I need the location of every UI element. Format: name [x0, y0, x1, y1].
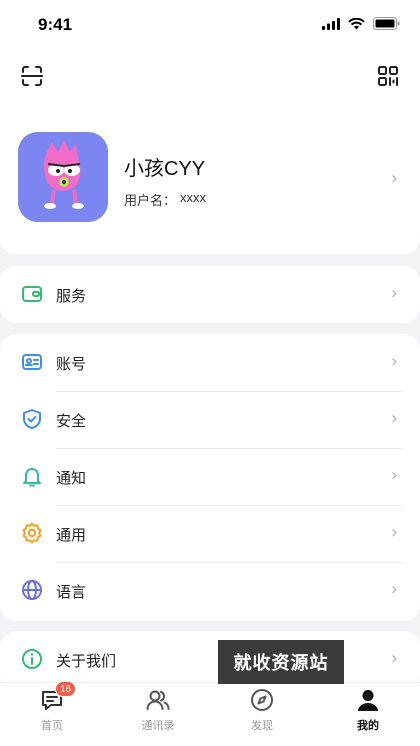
tab-label: 通讯录 [141, 720, 175, 732]
compass-icon [251, 689, 273, 711]
tab-discover[interactable]: 发现 [222, 687, 302, 743]
battery-icon [373, 17, 400, 30]
globe-icon [22, 580, 42, 600]
bell-icon [23, 468, 41, 487]
menu-item-language[interactable]: 语言 › [0, 562, 420, 619]
grid-icon [378, 66, 398, 86]
top-bar [0, 48, 420, 104]
chevron-right-icon: › [390, 579, 398, 600]
menu-item-label: 账号 [56, 356, 87, 373]
menu-item-service[interactable]: 服务 › [0, 266, 420, 323]
menu-item-label: 安全 [56, 413, 87, 430]
profile-username: 用户名： xxxx [124, 190, 206, 209]
avatar-illustration [18, 132, 108, 222]
tab-label: 首页 [41, 720, 63, 732]
chevron-right-icon: › [390, 168, 398, 189]
chevron-right-icon: › [390, 522, 398, 543]
menu-item-notification[interactable]: 通知 › [0, 448, 420, 505]
menu-item-about[interactable]: 关于我们 › [0, 631, 420, 688]
id-card-icon [22, 354, 42, 370]
menu-item-account[interactable]: 账号 › [0, 334, 420, 391]
tab-label: 发现 [251, 720, 273, 732]
wallet-icon [22, 286, 42, 302]
service-card: 服务 › [0, 266, 420, 323]
status-bar: 9:41 [0, 0, 420, 48]
scan-icon [21, 66, 43, 86]
contacts-icon [146, 690, 170, 710]
shield-icon [23, 409, 41, 429]
tab-me[interactable]: 我的 [328, 687, 408, 743]
wifi-icon [348, 17, 365, 29]
menu-item-label: 关于我们 [56, 653, 117, 670]
chevron-right-icon: › [390, 648, 398, 669]
avatar[interactable] [18, 132, 108, 222]
scan-button[interactable] [18, 62, 46, 90]
tab-contacts[interactable]: 通讯录 [118, 687, 198, 743]
tab-bar: 16 首页 通讯录 发现 我的 [0, 681, 420, 746]
menu-item-label: 通用 [56, 527, 87, 544]
chevron-right-icon: › [390, 351, 398, 372]
profile-name: 小孩CYY [124, 158, 206, 180]
menu-item-security[interactable]: 安全 › [0, 391, 420, 448]
info-icon [22, 649, 42, 669]
chevron-right-icon: › [390, 465, 398, 486]
menu-item-label: 语言 [56, 584, 87, 601]
signal-icon [322, 17, 340, 30]
person-icon [358, 690, 378, 711]
settings-card: 账号 › 安全 › 通知 › 通用 › 语言 › [0, 334, 420, 621]
username-label: 用户名： [124, 193, 177, 208]
status-icons [322, 17, 400, 30]
tab-home[interactable]: 16 首页 [12, 681, 92, 743]
chevron-right-icon: › [390, 408, 398, 429]
qrcode-button[interactable] [374, 62, 402, 90]
chevron-right-icon: › [390, 283, 398, 304]
menu-item-label: 通知 [56, 470, 87, 487]
username-value: xxxx [180, 190, 207, 205]
menu-item-general[interactable]: 通用 › [0, 505, 420, 562]
unread-badge: 16 [55, 681, 77, 697]
gear-icon [22, 522, 42, 544]
menu-item-label: 服务 [56, 288, 87, 305]
watermark: 就收资源站 [218, 640, 344, 684]
status-time: 9:41 [38, 15, 73, 34]
tab-label: 我的 [357, 720, 379, 732]
profile-card[interactable]: 小孩CYY 用户名： xxxx › [0, 104, 420, 254]
